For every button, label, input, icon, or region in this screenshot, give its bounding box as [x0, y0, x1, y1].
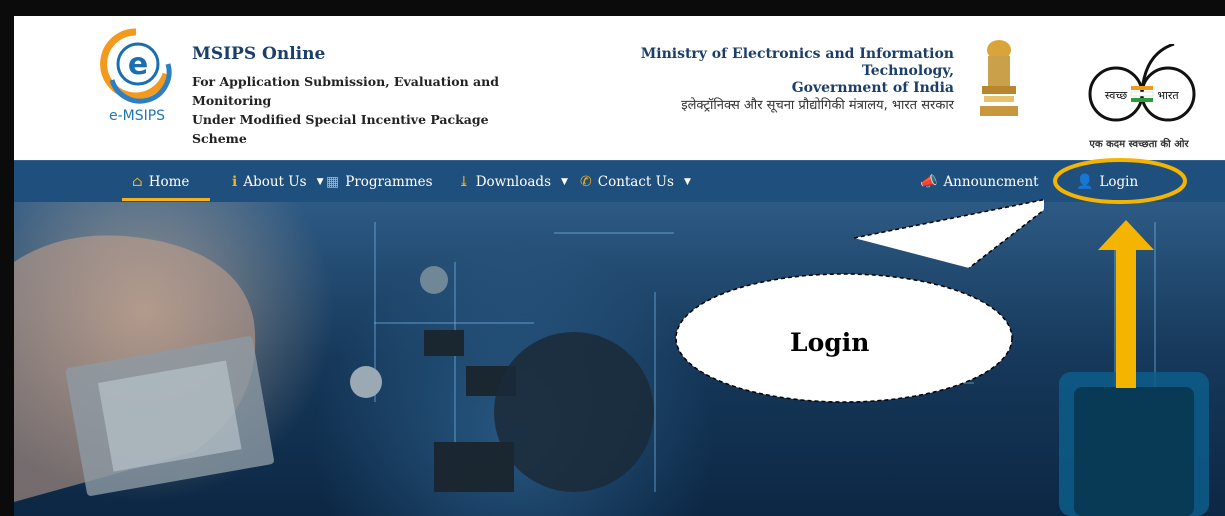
nav-home[interactable]: ⌂ Home [132, 161, 189, 203]
swachh-tagline: एक कदम स्वच्छता की ओर [1089, 139, 1189, 150]
info-icon: ℹ [232, 174, 238, 190]
swachh-right-text: भारत [1157, 89, 1179, 102]
home-icon: ⌂ [132, 174, 143, 190]
callout-label: Login [790, 328, 870, 357]
emsips-logo[interactable]: e e-MSIPS [98, 24, 188, 144]
logo-label: e-MSIPS [108, 108, 166, 124]
nav-programmes-label: Programmes [345, 174, 433, 190]
svg-text:e: e [128, 47, 148, 82]
subtitle-line: Monitoring [192, 93, 272, 108]
nav-contact-label: Contact Us [597, 174, 674, 190]
chevron-down-icon: ▼ [316, 177, 324, 187]
subtitle-line: For Application Submission, Evaluation a… [192, 74, 499, 89]
site-subtitle: For Application Submission, Evaluation a… [192, 72, 512, 148]
arrow-up-icon [1098, 220, 1154, 388]
chevron-down-icon: ▼ [683, 177, 691, 187]
login-callout-bubble [675, 198, 1044, 403]
nav-programmes[interactable]: ▦ Programmes [326, 161, 433, 203]
calendar-icon: ▦ [326, 174, 340, 190]
site-title: MSIPS Online [192, 44, 326, 64]
subtitle-line: Scheme [192, 131, 247, 146]
chevron-down-icon: ▼ [561, 177, 568, 187]
nav-downloads[interactable]: ⤓ Downloads ▼ [458, 161, 568, 203]
ministry-name: Ministry of Electronics and Information … [574, 46, 954, 114]
ministry-line: Government of India [791, 80, 954, 96]
site-header: e e-MSIPS MSIPS Online For Application S… [14, 16, 1225, 158]
phone-icon: ✆ [580, 174, 592, 190]
swachh-bharat-logo: स्वच्छ भारत [1088, 44, 1196, 122]
page: e e-MSIPS MSIPS Online For Application S… [14, 16, 1225, 516]
nav-downloads-label: Downloads [475, 174, 551, 190]
nav-about-label: About Us [243, 174, 307, 190]
emsips-logo-mark: e [100, 28, 172, 104]
subtitle-line: Under Modified Special Incentive Package [192, 112, 489, 127]
active-tab-indicator [122, 198, 210, 201]
ministry-hindi: इलेक्ट्रॉनिक्स और सूचना प्रौद्योगिकी मंत… [681, 98, 954, 113]
swachh-left-text: स्वच्छ [1105, 89, 1127, 102]
nav-home-label: Home [148, 174, 190, 190]
ministry-line: Ministry of Electronics and Information … [640, 46, 954, 79]
login-highlight-ring [1053, 158, 1187, 204]
nav-about-us[interactable]: ℹ About Us ▼ [232, 161, 324, 203]
national-emblem-icon [980, 40, 1018, 116]
download-icon: ⤓ [458, 174, 470, 190]
